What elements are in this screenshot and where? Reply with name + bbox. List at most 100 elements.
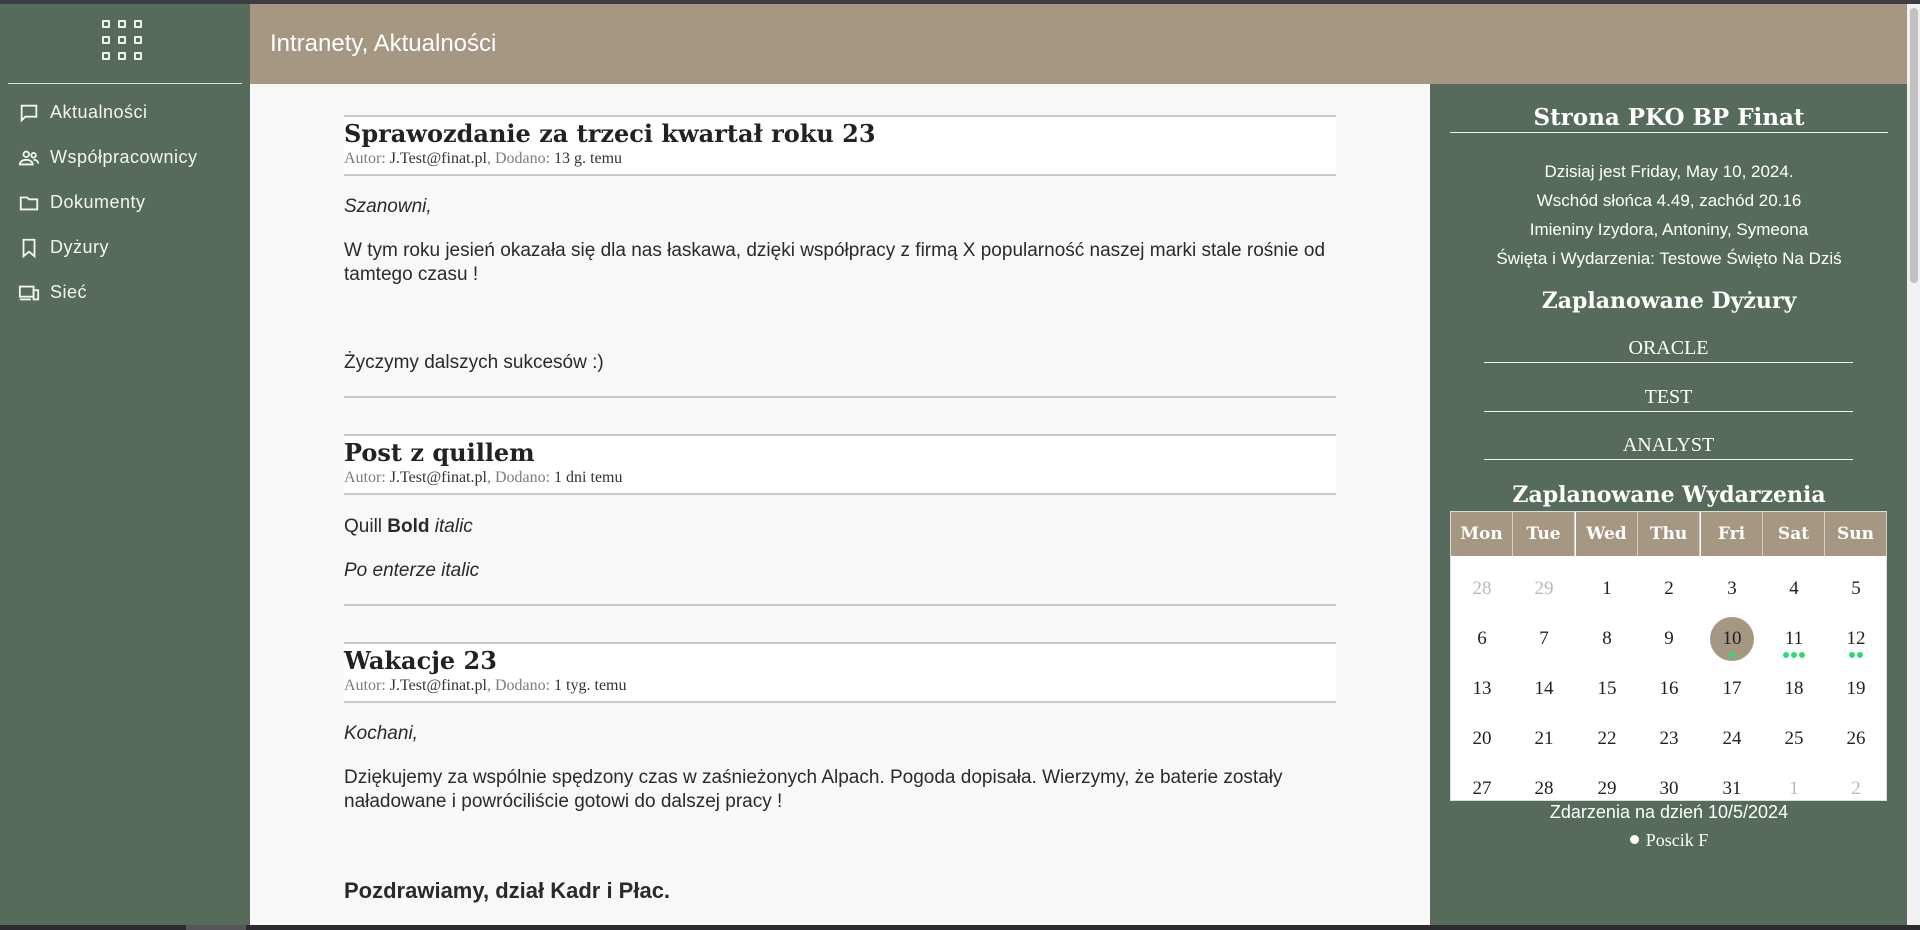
author-label: Autor:: [344, 150, 386, 167]
apps-grid-icon[interactable]: [102, 20, 146, 64]
calendar-day[interactable]: 8: [1576, 617, 1638, 666]
post-italic-line: Po enterze italic: [344, 560, 480, 581]
calendar-day[interactable]: 21: [1513, 717, 1575, 766]
calendar-day[interactable]: 13: [1451, 667, 1513, 716]
calendar-day[interactable]: 26: [1825, 717, 1887, 766]
post-title[interactable]: Post z quillem: [344, 438, 1336, 468]
calendar-day[interactable]: 14: [1513, 667, 1575, 716]
post-meta: Autor: J.Test@finat.pl, Dodano: 13 g. te…: [344, 150, 623, 167]
day-number: 9: [1664, 628, 1674, 649]
post-paragraph: W tym roku jesień okazała się dla nas ła…: [344, 240, 1326, 285]
post-greeting: Kochani,: [344, 723, 418, 744]
calendar-day[interactable]: 16: [1638, 667, 1700, 716]
events-heading: Zaplanowane Wydarzenia: [1512, 482, 1826, 508]
calendar-day[interactable]: 19: [1825, 667, 1887, 716]
calendar-day[interactable]: 5: [1825, 567, 1887, 616]
post-title[interactable]: Sprawozdanie za trzeci kwartał roku 23: [344, 119, 1336, 149]
sidebar-divider: [8, 83, 242, 84]
duty-item[interactable]: ANALYST: [1484, 432, 1853, 460]
sidebar-item-label: Współpracownicy: [50, 147, 198, 167]
day-number: 1: [1602, 578, 1612, 599]
calendar-day[interactable]: 20: [1451, 717, 1513, 766]
calendar-day[interactable]: 11: [1763, 617, 1825, 666]
day-number: 27: [1472, 778, 1492, 799]
sidebar: Aktualności Współpracownicy Dokumenty Dy…: [0, 4, 250, 925]
post-header: Post z quillem Autor: J.Test@finat.pl, D…: [344, 434, 1336, 495]
today-info: Dzisiaj jest Friday, May 10, 2024. Wschó…: [1450, 157, 1888, 273]
calendar-day[interactable]: 1: [1576, 567, 1638, 616]
day-number: 7: [1539, 628, 1549, 649]
panel-site-title[interactable]: Strona PKO BP Finat: [1450, 104, 1888, 133]
post-divider: [344, 604, 1336, 606]
weekday-header: Mon: [1451, 512, 1513, 556]
calendar-day[interactable]: 24: [1701, 717, 1763, 766]
event-dot: [1857, 652, 1863, 658]
author-value: J.Test@finat.pl: [389, 469, 487, 486]
sun-times: Wschód słońca 4.49, zachód 20.16: [1536, 191, 1802, 210]
duty-item[interactable]: ORACLE: [1484, 335, 1853, 363]
day-number: 2: [1664, 578, 1674, 599]
sidebar-item-dyzury[interactable]: Dyżury: [0, 225, 250, 270]
sidebar-item-dokumenty[interactable]: Dokumenty: [0, 180, 250, 225]
post-meta: Autor: J.Test@finat.pl, Dodano: 1 tyg. t…: [344, 677, 627, 694]
calendar-day[interactable]: 6: [1451, 617, 1513, 666]
devices-icon: [18, 285, 40, 300]
calendar-day-today[interactable]: 10: [1701, 617, 1763, 666]
calendar-day[interactable]: 28: [1451, 567, 1513, 616]
day-number: 11: [1784, 628, 1804, 649]
calendar-day[interactable]: 17: [1701, 667, 1763, 716]
calendar-day[interactable]: 15: [1576, 667, 1638, 716]
day-number: 1: [1789, 778, 1799, 799]
namedays: Imieniny Izydora, Antoniny, Symeona: [1529, 220, 1809, 239]
day-number: 19: [1846, 678, 1866, 699]
day-number: 21: [1534, 728, 1554, 749]
post-signature: Pozdrawiamy, dział Kadr i Płac.: [344, 878, 671, 903]
plain-text: Quill: [344, 516, 383, 537]
scrollbar-thumb[interactable]: [1910, 8, 1918, 283]
event-item[interactable]: Poscik F: [1450, 830, 1888, 851]
weekday-header: Thu: [1638, 512, 1700, 556]
sidebar-item-wspolpracownicy[interactable]: Współpracownicy: [0, 135, 250, 180]
news-post: Sprawozdanie za trzeci kwartał roku 23 A…: [344, 115, 1336, 398]
calendar-day[interactable]: 22: [1576, 717, 1638, 766]
horizontal-scrollbar: [0, 925, 1920, 930]
today-date: Dzisiaj jest Friday, May 10, 2024.: [1544, 162, 1794, 181]
bullet-icon: [1629, 835, 1639, 844]
duty-item[interactable]: TEST: [1484, 384, 1853, 412]
top-header: Intranety, Aktualności: [250, 4, 1907, 84]
calendar-day[interactable]: 9: [1638, 617, 1700, 666]
calendar-day[interactable]: 2: [1638, 567, 1700, 616]
calendar-day[interactable]: 25: [1763, 717, 1825, 766]
scrollbar-thumb[interactable]: [186, 925, 246, 930]
calendar-day[interactable]: 23: [1638, 717, 1700, 766]
bookmark-icon: [22, 238, 36, 258]
day-number: 16: [1659, 678, 1679, 699]
added-label: Dodano:: [494, 677, 551, 694]
event-dots: [1701, 652, 1763, 659]
sidebar-item-label: Dyżury: [50, 237, 110, 257]
calendar-day[interactable]: 29: [1513, 567, 1575, 616]
author-value: J.Test@finat.pl: [389, 150, 487, 167]
sidebar-item-siec[interactable]: Sieć: [0, 270, 250, 315]
page-scrollbar[interactable]: [1907, 4, 1920, 925]
event-title: Poscik F: [1645, 830, 1709, 850]
calendar-day[interactable]: 3: [1701, 567, 1763, 616]
post-header: Sprawozdanie za trzeci kwartał roku 23 A…: [344, 115, 1336, 176]
day-number: 20: [1472, 728, 1492, 749]
calendar-day[interactable]: 12: [1825, 617, 1887, 666]
weekday-header: Wed: [1576, 512, 1638, 556]
post-title[interactable]: Wakacje 23: [344, 646, 1336, 676]
day-number: 3: [1727, 578, 1737, 599]
bold-text: Bold: [387, 516, 430, 537]
events-date: Zdarzenia na dzień 10/5/2024: [1549, 802, 1789, 822]
info-panel: Strona PKO BP Finat Dzisiaj jest Friday,…: [1430, 84, 1907, 925]
calendar-day[interactable]: 4: [1763, 567, 1825, 616]
author-value: J.Test@finat.pl: [389, 677, 487, 694]
calendar-day[interactable]: 18: [1763, 667, 1825, 716]
calendar-day[interactable]: 7: [1513, 617, 1575, 666]
event-dot: [1791, 652, 1797, 658]
day-number: 6: [1477, 628, 1487, 649]
sidebar-item-aktualnosci[interactable]: Aktualności: [0, 90, 250, 135]
weekday-header: Tue: [1513, 512, 1575, 556]
post-body: Kochani, Dziękujemy za wspólnie spędzony…: [344, 722, 1336, 903]
